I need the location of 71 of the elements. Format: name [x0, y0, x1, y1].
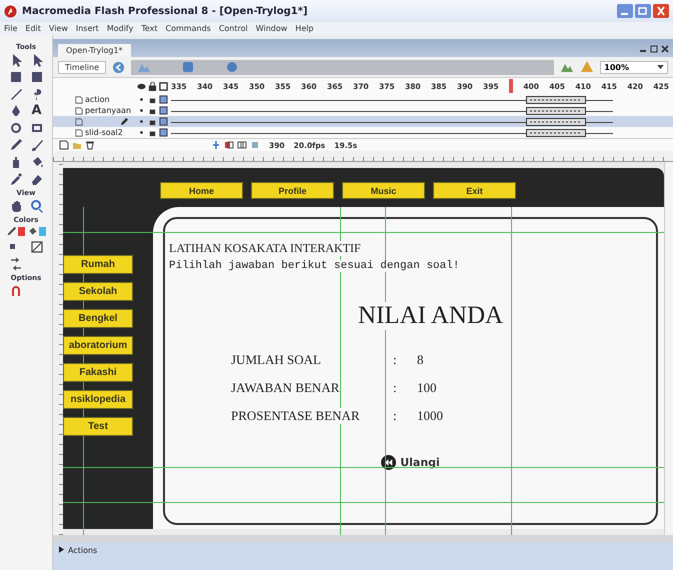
menu-item[interactable]: Control: [218, 24, 248, 33]
menu-button[interactable]: Test: [63, 417, 133, 436]
layer-row[interactable]: slid-soal2: [53, 127, 673, 138]
eraser-icon[interactable]: [30, 172, 44, 186]
text-tool-button[interactable]: A: [31, 104, 42, 118]
pencil-icon[interactable]: [8, 138, 22, 152]
keyframe-span[interactable]: [526, 96, 586, 104]
quiz-heading: LATIHAN KOSAKATA INTERAKTIF: [169, 241, 361, 256]
layer-name: slid-soal2: [85, 128, 123, 137]
result-label: PROSENTASE BENAR: [231, 408, 360, 424]
restore-icon[interactable]: [650, 45, 658, 53]
eyedropper-icon[interactable]: [8, 172, 22, 186]
score-title: NILAI ANDA: [358, 302, 504, 330]
expand-triangle-icon: [59, 546, 64, 553]
color-swatch[interactable]: [18, 227, 25, 236]
nav-button[interactable]: Exit: [433, 182, 516, 199]
layer-row[interactable]: pertanyaan: [53, 105, 673, 116]
menu-button[interactable]: nsiklopedia: [63, 390, 133, 409]
pencil-icon: [120, 117, 129, 126]
horizontal-scrollbar[interactable]: [53, 535, 673, 542]
nav-button[interactable]: Music: [342, 182, 425, 199]
menu-item[interactable]: Insert: [76, 24, 99, 33]
menu-item[interactable]: File: [4, 24, 18, 33]
nav-button[interactable]: Home: [160, 182, 243, 199]
onion-outline-icon[interactable]: [237, 140, 247, 150]
brush-icon[interactable]: [30, 138, 44, 152]
search-icon[interactable]: [30, 199, 44, 213]
timeline-button[interactable]: Timeline: [58, 60, 106, 74]
center-frame-icon[interactable]: [211, 140, 221, 150]
menu-button[interactable]: Rumah: [63, 255, 133, 274]
add-layer-icon[interactable]: [59, 140, 69, 150]
swap-arrows-icon[interactable]: [8, 257, 22, 271]
onion-skin-icon[interactable]: [224, 140, 234, 150]
nav-button[interactable]: Profile: [251, 182, 334, 199]
menu-item[interactable]: Commands: [166, 24, 211, 33]
line-icon[interactable]: [8, 87, 22, 101]
keyframe-span[interactable]: [526, 118, 586, 126]
close-button[interactable]: [653, 4, 669, 18]
menu-item[interactable]: Window: [256, 24, 288, 33]
vertical-scrollbar[interactable]: [664, 162, 673, 535]
menu-item[interactable]: View: [48, 24, 68, 33]
menu-item[interactable]: Edit: [25, 24, 41, 33]
menu-item[interactable]: Modify: [106, 24, 134, 33]
layer-name: pertanyaan: [85, 106, 132, 115]
zoom-dropdown[interactable]: 100%: [600, 60, 668, 74]
menu-button[interactable]: Bengkel: [63, 309, 133, 328]
lock-icon[interactable]: [148, 82, 156, 90]
caret-icon: [657, 64, 664, 70]
layer-row[interactable]: action: [53, 94, 673, 105]
layer-row[interactable]: [53, 116, 673, 127]
layer-name: action: [85, 95, 110, 104]
menu-button[interactable]: Fakashi: [63, 363, 133, 382]
menu-item[interactable]: Help: [295, 24, 314, 33]
window-title: Macromedia Flash Professional 8 - [Open-Trylog1*]: [22, 6, 308, 16]
menu-item[interactable]: Text: [141, 24, 158, 33]
minimize-button[interactable]: [617, 4, 633, 18]
keyframe-span[interactable]: [526, 106, 586, 114]
trash-icon[interactable]: [85, 140, 95, 150]
eye-icon[interactable]: [136, 82, 146, 90]
keyframe-span[interactable]: [526, 128, 586, 136]
color-swatch[interactable]: [39, 227, 46, 236]
pencil-icon[interactable]: [6, 226, 17, 237]
document-tab[interactable]: Open-Trylog1*: [58, 44, 131, 57]
app-icon: [4, 4, 17, 18]
close-icon[interactable]: [661, 45, 669, 53]
actions-panel-header[interactable]: Actions: [53, 542, 673, 570]
menu-button[interactable]: Sekolah: [63, 282, 133, 301]
menu-button[interactable]: aboratorium: [63, 336, 133, 355]
instruction-text: Pilihlah jawaban berikut sesuai dengan soal!: [169, 260, 460, 272]
restore-button[interactable]: [635, 4, 651, 18]
no-color-icon[interactable]: [30, 240, 44, 254]
